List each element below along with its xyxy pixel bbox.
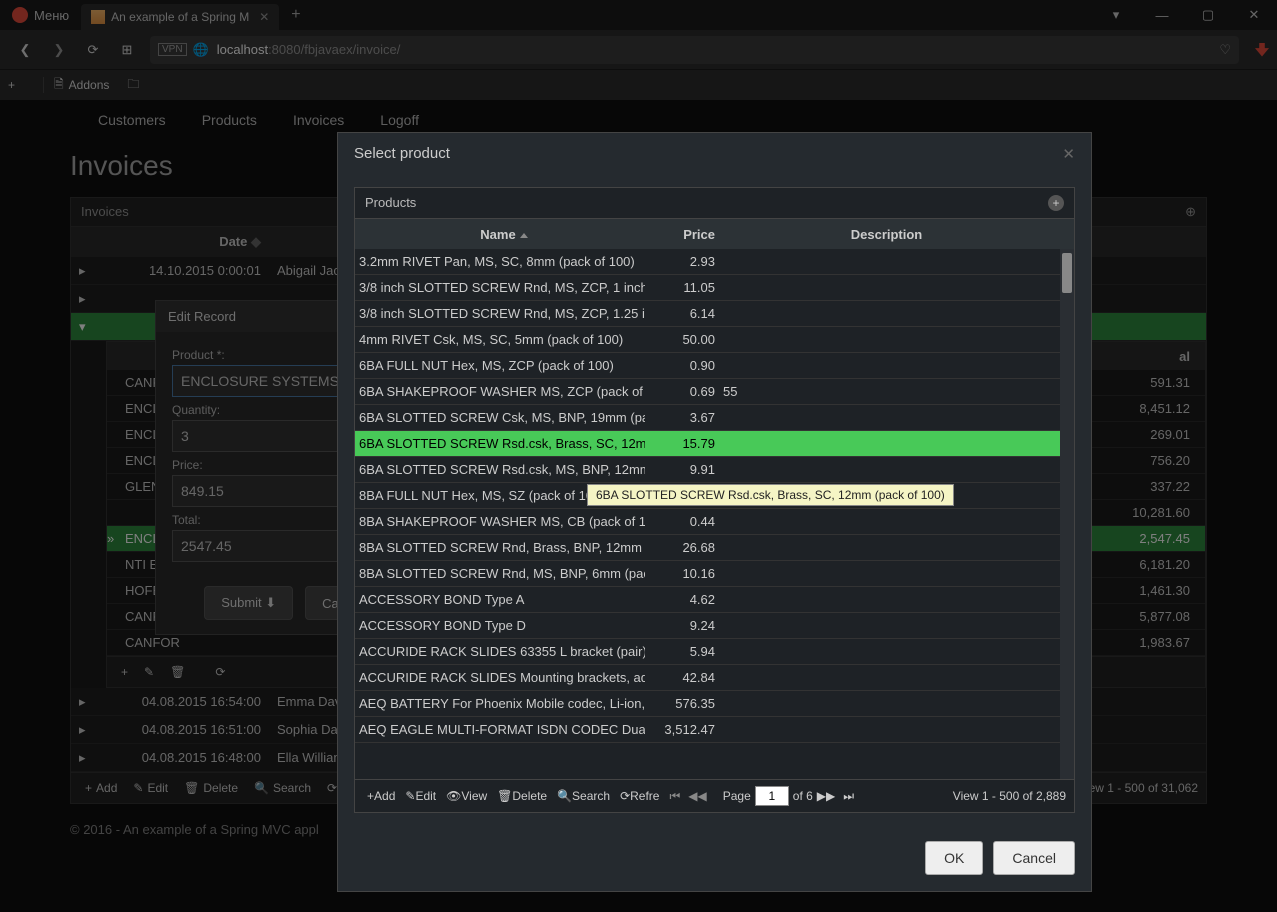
col-description[interactable]: Description <box>715 227 1058 242</box>
p-delete-button[interactable]: 🗑 Delete <box>493 788 551 804</box>
product-row[interactable]: 3/8 inch SLOTTED SCREW Rnd, MS, ZCP, 1.2… <box>355 301 1074 327</box>
product-row[interactable]: 8BA SHAKEPROOF WASHER MS, CB (pack of 10… <box>355 509 1074 535</box>
page-prev-icon[interactable]: ◀◀ <box>688 789 706 803</box>
page-last-icon[interactable]: ⏭ <box>843 789 854 804</box>
product-row[interactable]: 6BA SLOTTED SCREW Csk, MS, BNP, 19mm (pa… <box>355 405 1074 431</box>
products-add-icon[interactable]: + <box>1048 195 1064 211</box>
p-edit-button[interactable]: ✎ Edit <box>401 788 440 804</box>
product-row[interactable]: 3.2mm RIVET Pan, MS, SC, 8mm (pack of 10… <box>355 249 1074 275</box>
col-name[interactable]: Name <box>355 227 645 242</box>
p-add-button[interactable]: + Add <box>363 788 399 804</box>
product-row[interactable]: 6BA SLOTTED SCREW Rsd.csk, Brass, SC, 12… <box>355 431 1074 457</box>
page-first-icon[interactable]: ⏮ <box>669 789 680 804</box>
product-row[interactable]: 8BA SLOTTED SCREW Rnd, Brass, BNP, 12mm … <box>355 535 1074 561</box>
row-tooltip: 6BA SLOTTED SCREW Rsd.csk, Brass, SC, 12… <box>587 484 954 506</box>
product-row[interactable]: 6BA SLOTTED SCREW Rsd.csk, MS, BNP, 12mm… <box>355 457 1074 483</box>
p-refresh-button[interactable]: ⟳ Refre <box>616 788 663 804</box>
col-price[interactable]: Price <box>645 227 715 242</box>
product-row[interactable]: AEQ EAGLE MULTI-FORMAT ISDN CODEC Dual c… <box>355 717 1074 743</box>
products-caption: Products <box>365 195 416 211</box>
scroll-thumb[interactable] <box>1062 253 1072 293</box>
select-product-modal: Select product ✕ Products + Name Price D… <box>337 132 1092 892</box>
product-row[interactable]: 8BA SLOTTED SCREW Rnd, MS, BNP, 6mm (pac… <box>355 561 1074 587</box>
product-row[interactable]: 6BA SHAKEPROOF WASHER MS, ZCP (pack of 1… <box>355 379 1074 405</box>
product-row[interactable]: ACCESSORY BOND Type D9.24 <box>355 613 1074 639</box>
page-label: Page <box>723 789 751 803</box>
product-row[interactable]: ACCURIDE RACK SLIDES Mounting brackets, … <box>355 665 1074 691</box>
product-row[interactable]: 3/8 inch SLOTTED SCREW Rnd, MS, ZCP, 1 i… <box>355 275 1074 301</box>
product-row[interactable]: 4mm RIVET Csk, MS, SC, 5mm (pack of 100)… <box>355 327 1074 353</box>
product-row[interactable]: ACCURIDE RACK SLIDES 63355 L bracket (pa… <box>355 639 1074 665</box>
page-of: of 6 <box>793 789 813 803</box>
modal-title: Select product <box>354 145 450 163</box>
products-view-info: View 1 - 500 of 2,889 <box>953 789 1066 803</box>
page-input[interactable] <box>755 786 789 806</box>
product-row[interactable]: AEQ BATTERY For Phoenix Mobile codec, Li… <box>355 691 1074 717</box>
modal-ok-button[interactable]: OK <box>925 841 983 875</box>
p-search-button[interactable]: 🔍 Search <box>553 788 614 804</box>
modal-cancel-button[interactable]: Cancel <box>993 841 1075 875</box>
product-row[interactable]: ACCESSORY BOND Type A4.62 <box>355 587 1074 613</box>
p-view-button[interactable]: 👁 View <box>442 788 491 804</box>
scrollbar[interactable] <box>1060 249 1074 779</box>
product-row[interactable]: 6BA FULL NUT Hex, MS, ZCP (pack of 100)0… <box>355 353 1074 379</box>
page-next-icon[interactable]: ▶▶ <box>817 789 835 803</box>
modal-close-icon[interactable]: ✕ <box>1062 145 1075 163</box>
